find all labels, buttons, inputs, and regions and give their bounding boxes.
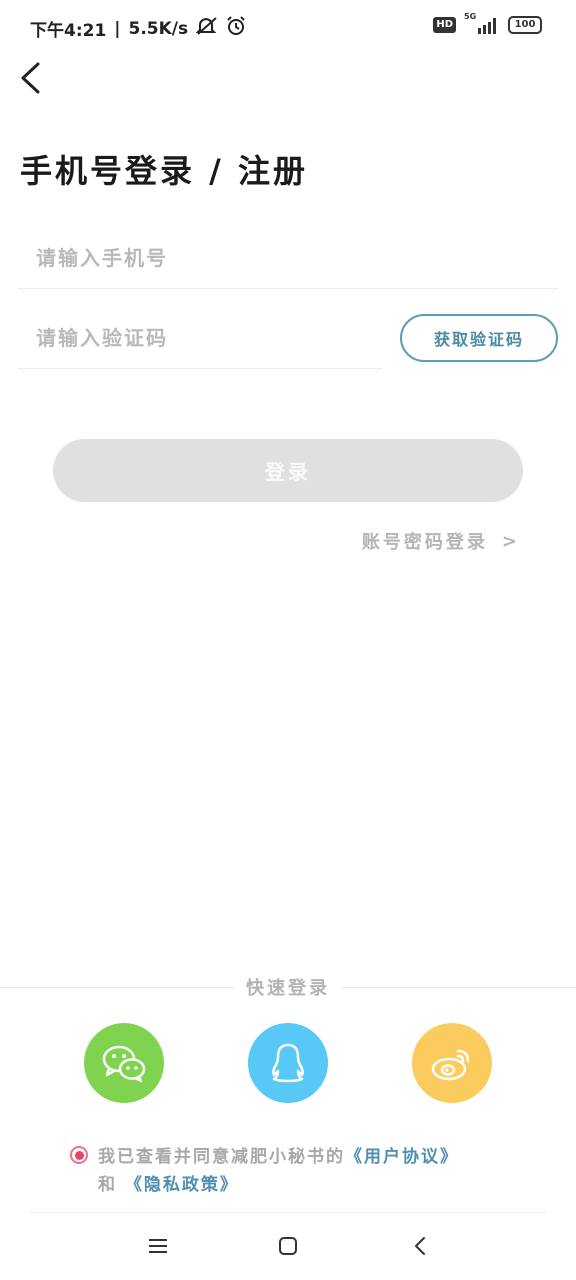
menu-icon (149, 1239, 167, 1253)
agreement-prefix: 我已查看并同意减肥小秘书的 (98, 1147, 345, 1167)
phone-input-row (18, 228, 558, 289)
back-arrow-icon (21, 62, 40, 94)
page-title: 手机号登录 / 注册 (20, 152, 308, 190)
nav-back-icon (415, 1237, 425, 1255)
signal-icon: 5G (464, 12, 500, 34)
nav-home-button[interactable] (270, 1228, 306, 1264)
nav-back-button[interactable] (402, 1228, 438, 1264)
home-square-icon (279, 1237, 297, 1255)
agreement-text-line2: 和 《隐私政策》 (98, 1170, 239, 1195)
nav-menu-button[interactable] (140, 1228, 176, 1264)
password-login-label: 账号密码登录 (361, 532, 488, 553)
status-speed: 5.5K/s (128, 18, 189, 39)
wechat-login-button[interactable] (84, 1023, 164, 1103)
user-agreement-link[interactable]: 《用户协议》 (345, 1147, 459, 1167)
chevron-right-icon: > (501, 530, 520, 552)
status-time: 下午4:21 (30, 21, 107, 41)
status-right: HD 5G 100 (433, 12, 542, 34)
battery-indicator: 100 (508, 16, 542, 34)
agreement-radio[interactable] (70, 1146, 88, 1164)
login-button[interactable]: 登录 (53, 439, 523, 502)
status-left: 下午4:21 | 5.5K/s (30, 16, 246, 41)
status-separator: | (114, 18, 121, 39)
privacy-policy-link[interactable]: 《隐私政策》 (125, 1175, 239, 1195)
status-bar: 下午4:21 | 5.5K/s HD 5G 100 (0, 0, 576, 54)
login-screen: 下午4:21 | 5.5K/s HD 5G 100 手机号登录 / 注册 请输入… (0, 0, 576, 1280)
mute-icon (195, 16, 218, 41)
get-code-button[interactable]: 获取验证码 (400, 314, 558, 362)
agreement-radio-dot (74, 1150, 84, 1160)
password-login-link[interactable]: 账号密码登录 > (362, 528, 520, 554)
nav-divider (30, 1212, 546, 1213)
qq-icon (272, 1043, 304, 1083)
back-button[interactable] (10, 56, 50, 100)
verification-code-input[interactable] (18, 308, 382, 368)
hd-badge: HD (433, 17, 456, 33)
code-input-row (18, 308, 382, 369)
quick-login-title: 快速登录 (234, 974, 342, 1000)
weibo-login-button[interactable] (412, 1023, 492, 1103)
wechat-icon (102, 1045, 146, 1083)
phone-input[interactable] (18, 228, 558, 288)
alarm-icon (226, 16, 246, 41)
agreement-and: 和 (98, 1175, 117, 1195)
weibo-icon (431, 1049, 470, 1081)
qq-login-button[interactable] (248, 1023, 328, 1103)
agreement-text: 我已查看并同意减肥小秘书的《用户协议》 (98, 1142, 459, 1167)
